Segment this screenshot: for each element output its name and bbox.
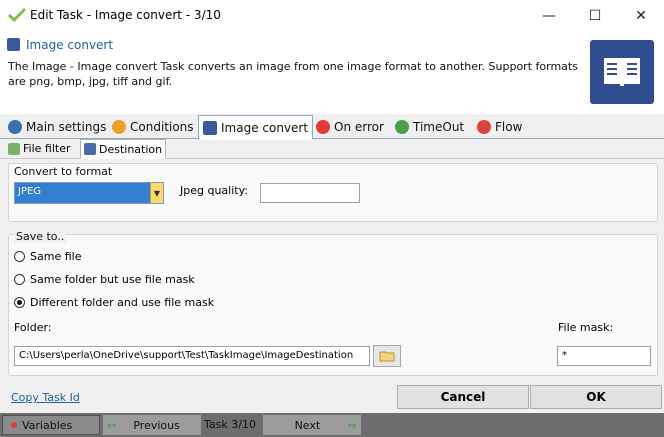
radio-same-file[interactable] — [14, 251, 25, 262]
arrow-left-icon: ⇦ — [107, 418, 117, 432]
radio-same-file-label: Same file — [30, 250, 82, 263]
minimize-button[interactable]: — — [526, 0, 572, 31]
tab-main-settings[interactable]: Main settings — [4, 116, 110, 137]
book-large-icon — [590, 40, 654, 104]
chevron-down-icon[interactable]: ▼ — [150, 183, 163, 203]
jpeg-quality-input[interactable] — [260, 183, 360, 203]
tab-image-convert[interactable]: Image convert — [198, 115, 314, 140]
variables-label: Variables — [22, 418, 73, 432]
book-icon — [203, 120, 217, 135]
task-description: The Image - Image convert Task converts … — [8, 60, 578, 88]
folder-icon — [379, 351, 395, 362]
folder-label: Folder: — [14, 321, 52, 334]
tab-flow[interactable]: Flow — [473, 116, 526, 137]
task-title: Image convert — [26, 38, 114, 52]
app-logo-icon — [7, 7, 27, 23]
flow-icon — [477, 119, 491, 134]
variables-icon — [11, 422, 17, 428]
save-to-label: Save to.. — [14, 230, 67, 243]
arrow-right-icon: ⇨ — [347, 418, 357, 432]
radio-different-folder-label: Different folder and use file mask — [30, 296, 215, 309]
copy-task-id-link[interactable]: Copy Task Id — [11, 391, 80, 404]
radio-same-folder[interactable] — [14, 274, 25, 285]
window-title: Edit Task - Image convert - 3/10 — [30, 8, 221, 22]
tab-label: On error — [334, 119, 384, 134]
file-filter-icon — [8, 142, 20, 155]
tab-label: Conditions — [130, 119, 194, 134]
format-dropdown[interactable]: JPEG ▼ — [14, 182, 164, 204]
error-icon — [316, 119, 330, 134]
browse-folder-button[interactable] — [373, 345, 401, 367]
format-value: JPEG — [18, 186, 42, 197]
gear-icon — [8, 119, 22, 134]
radio-different-folder[interactable] — [14, 297, 25, 308]
subtab-file-filter[interactable]: File filter — [5, 140, 74, 157]
question-icon — [112, 119, 126, 134]
tab-label: Image convert — [221, 120, 309, 135]
subtab-label: Destination — [99, 142, 163, 156]
ok-button[interactable]: OK — [530, 385, 662, 409]
maximize-button[interactable]: ☐ — [572, 0, 618, 31]
file-mask-label: File mask: — [558, 321, 614, 334]
tab-label: Main settings — [26, 119, 107, 134]
file-mask-input[interactable]: * — [557, 346, 651, 366]
previous-label: Previous — [133, 418, 180, 432]
folder-input[interactable]: C:\Users\perla\OneDrive\support\Test\Tas… — [14, 346, 370, 366]
next-button[interactable]: Next ⇨ — [263, 415, 361, 435]
radio-same-folder-label: Same folder but use file mask — [30, 273, 195, 286]
task-indicator: Task 3/10 — [204, 418, 256, 431]
tab-label: TimeOut — [413, 119, 465, 134]
tab-on-error[interactable]: On error — [312, 116, 388, 137]
subtab-label: File filter — [23, 142, 71, 155]
next-label: Next — [294, 418, 321, 432]
convert-format-label: Convert to format — [14, 165, 113, 178]
tab-timeout[interactable]: TimeOut — [391, 116, 468, 137]
previous-button[interactable]: ⇦ Previous — [103, 415, 201, 435]
book-icon — [7, 38, 20, 51]
cancel-button[interactable]: Cancel — [397, 385, 529, 409]
jpeg-quality-label: Jpeg quality: — [180, 184, 249, 197]
subtab-destination[interactable]: Destination — [80, 139, 167, 159]
close-button[interactable]: ✕ — [618, 0, 664, 31]
tab-conditions[interactable]: Conditions — [108, 116, 198, 137]
variables-button[interactable]: Variables — [2, 415, 100, 435]
save-icon — [84, 143, 96, 155]
timeout-icon — [395, 119, 409, 134]
tab-label: Flow — [495, 119, 523, 134]
